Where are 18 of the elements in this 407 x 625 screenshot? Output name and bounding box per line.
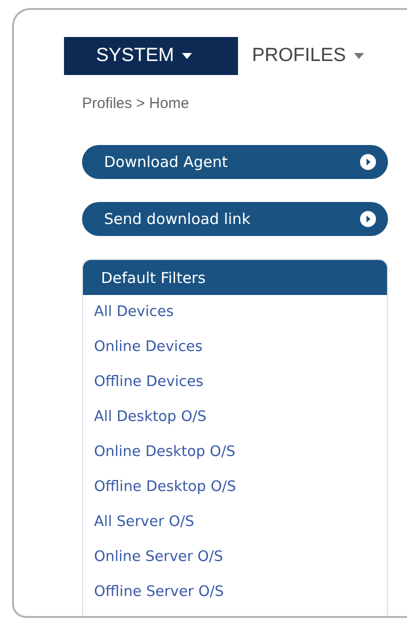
filter-link[interactable]: All Devices — [83, 295, 387, 330]
filter-link[interactable]: All Desktop O/S — [83, 400, 387, 435]
filter-link[interactable]: Online Devices — [83, 330, 387, 365]
filter-link[interactable]: Offline Desktop O/S — [83, 470, 387, 505]
caret-icon — [354, 53, 364, 59]
filter-link[interactable]: Offline Devices — [83, 365, 387, 400]
nav-tab[interactable]: SYSTEM — [64, 37, 238, 75]
play-circle-icon — [360, 211, 376, 227]
action-button[interactable]: Download Agent — [82, 145, 388, 179]
filter-link[interactable]: All Server O/S — [83, 505, 387, 540]
filter-link[interactable]: Offline Server O/S — [83, 575, 387, 610]
filter-link[interactable]: Online Desktop O/S — [83, 435, 387, 470]
panel-header: Default Filters — [83, 260, 387, 295]
caret-icon — [182, 53, 192, 59]
breadcrumb: Profiles > Home — [81, 94, 190, 114]
filter-link[interactable]: Online Server O/S — [83, 540, 387, 575]
play-circle-icon — [360, 154, 376, 170]
action-button[interactable]: Send download link — [82, 202, 388, 236]
